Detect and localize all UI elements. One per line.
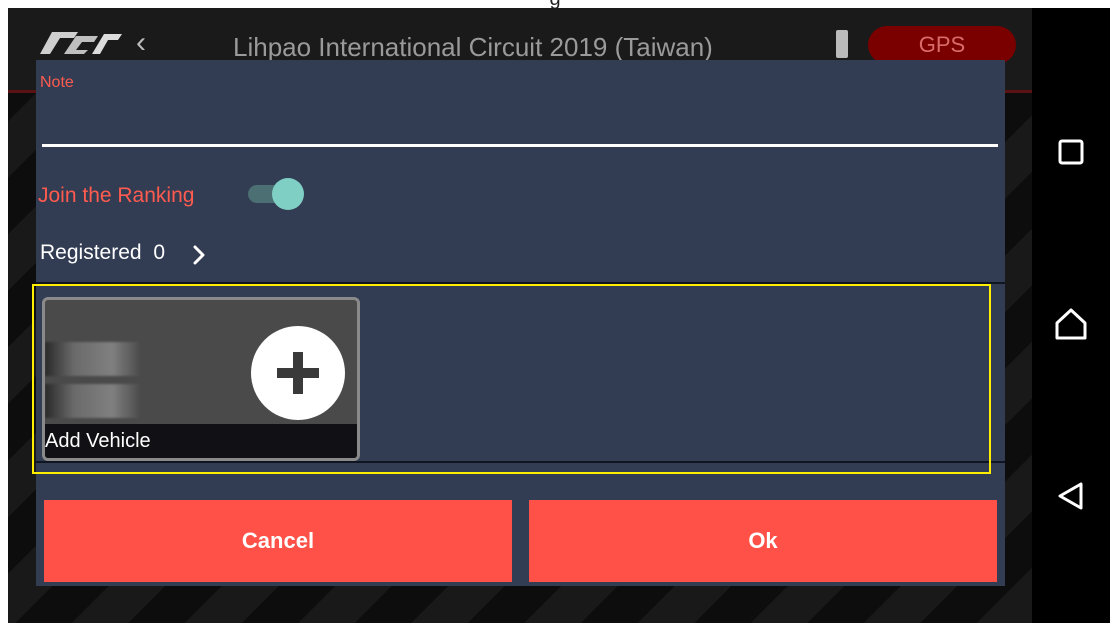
clipped-title: g <box>0 0 1110 8</box>
registered-row[interactable]: Registered 0 <box>40 241 165 265</box>
circuit-title: Lihpao International Circuit 2019 (Taiwa… <box>233 32 713 62</box>
top-strip: g <box>0 0 1110 8</box>
battery-icon <box>836 30 848 58</box>
ok-button[interactable]: Ok <box>529 500 997 582</box>
back-chevron-icon[interactable]: ‹ <box>136 26 146 60</box>
gps-button[interactable]: GPS <box>868 26 1016 64</box>
join-ranking-toggle[interactable] <box>246 178 306 210</box>
cancel-button[interactable]: Cancel <box>44 500 512 582</box>
registration-dialog: Note Join the Ranking Registered 0 Add V… <box>32 60 1005 586</box>
registered-count: 0 <box>153 241 166 264</box>
home-nav-icon[interactable] <box>1032 294 1110 354</box>
note-label: Note <box>40 74 74 91</box>
chevron-right-icon[interactable] <box>192 244 206 266</box>
toggle-thumb <box>272 178 304 210</box>
vehicles-highlight <box>32 284 991 474</box>
join-ranking-label: Join the Ranking <box>38 184 195 207</box>
android-nav-bar <box>1032 8 1110 623</box>
square-nav-icon[interactable] <box>1032 122 1110 182</box>
logo <box>40 32 122 54</box>
registered-label: Registered <box>40 241 142 264</box>
back-nav-icon[interactable] <box>1032 466 1110 526</box>
note-input[interactable] <box>42 144 998 147</box>
